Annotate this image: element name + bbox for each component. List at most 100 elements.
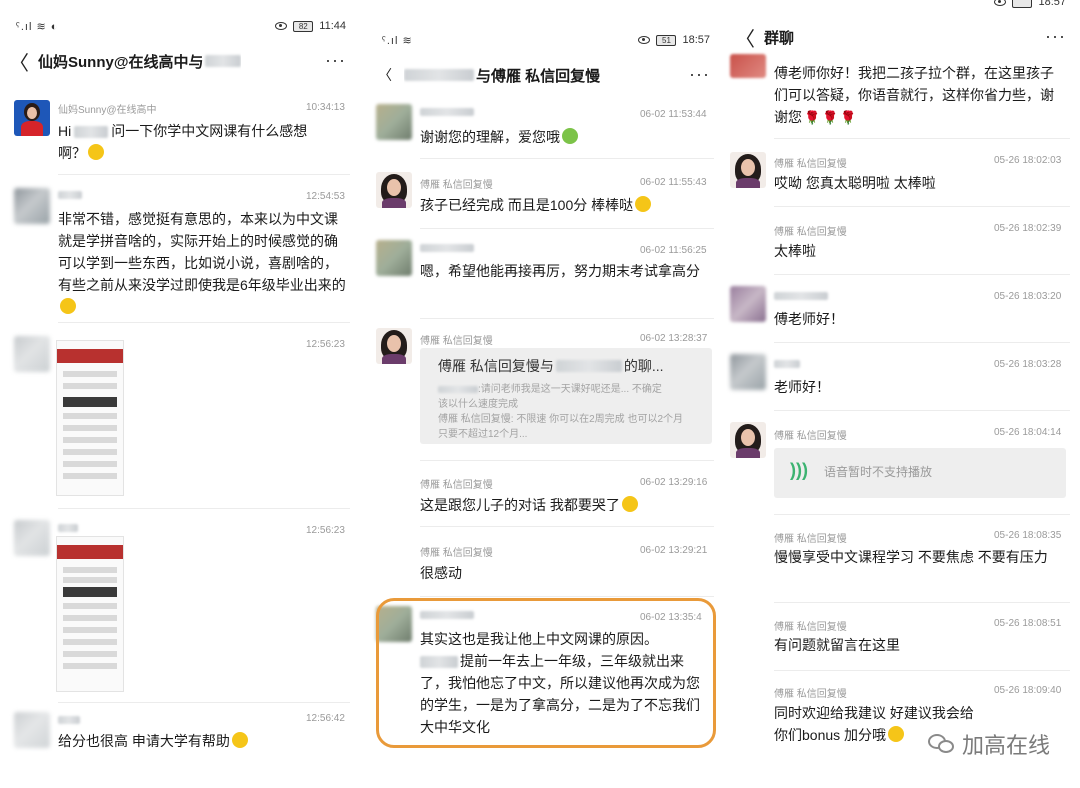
message-text: 老师好！ xyxy=(774,379,830,395)
frog-emoji-icon xyxy=(562,128,578,144)
message-time: 05-26 18:02:03 xyxy=(994,155,1062,166)
chat-record-line: 傅雁 私信回复慢: 不限速 你可以在2周完成 也可以2个月 xyxy=(438,414,684,425)
chat-record-line: 只要不超过12个月... xyxy=(438,429,528,440)
message-text: 嗯，希望他能再接再厉，努力期末考试拿高分 xyxy=(420,263,700,279)
avatar[interactable] xyxy=(14,188,50,224)
eye-icon xyxy=(638,36,651,44)
message-time: 12:56:42 xyxy=(306,713,345,724)
voice-message[interactable]: ))) 语音暂时不支持播放 xyxy=(774,448,1066,498)
voice-wave-icon: ))) xyxy=(790,460,808,480)
message-text: 有问题就留言在这里 xyxy=(774,637,900,653)
grin-emoji-icon xyxy=(60,298,76,314)
message-text: 哎呦 您真太聪明啦 太棒啦 xyxy=(774,175,936,191)
chat-header: 〈 与傅雁 私信回复慢 ··· xyxy=(366,60,724,90)
message-time: 06-02 11:55:43 xyxy=(640,177,707,188)
signal-icons: ˤ.ıl ≋ ◐ xyxy=(16,21,59,33)
group-chat-panel: 18:57 〈 群聊 ··· 傅老师你好！我把二孩子拉个群，在这里孩子们可以答疑… xyxy=(726,0,1080,788)
message-text: 傅老师你好！我把二孩子拉个群，在这里孩子们可以答疑，你语音就行，这样你省力些，谢… xyxy=(774,65,1054,125)
back-arrow-icon[interactable]: 〈 xyxy=(734,23,756,52)
chat-record-card[interactable]: 傅雁 私信回复慢与 的聊... :请问老师我是这一天课好呢还是... 不确定 该… xyxy=(420,348,712,444)
watermark: 加高在线 xyxy=(927,728,1050,760)
eye-icon xyxy=(994,0,1007,6)
message-time: 06-02 13:29:16 xyxy=(640,477,708,488)
back-arrow-icon[interactable]: 〈 xyxy=(8,47,30,76)
message-text: 谢谢您的理解，爱您哦 xyxy=(420,126,710,148)
message-time: 12:54:53 xyxy=(306,191,345,202)
message-text: 非常不错，感觉挺有意思的，本来以为中文课就是学拼音啥的，实际开始上的时候感觉的确… xyxy=(58,208,346,318)
message-time: 05-26 18:02:39 xyxy=(994,223,1062,234)
sender-name: 傅雁 私信回复慢 xyxy=(774,534,847,545)
chat-panel-fuyan: ˤ.ıl ≋ 51 18:57 〈 与傅雁 私信回复慢 ··· 06-02 11… xyxy=(366,0,724,788)
more-options-icon[interactable]: ··· xyxy=(325,50,346,71)
image-thumbnail[interactable] xyxy=(56,340,124,496)
avatar[interactable] xyxy=(730,354,766,390)
avatar[interactable] xyxy=(376,240,412,276)
message-text: 傅老师好！ xyxy=(774,311,844,327)
message-text: 给分也很高 申请大学有帮助 xyxy=(58,730,348,752)
status-bar: ˤ.ıl ≋ ◐ 82 11:44 xyxy=(0,18,360,34)
thumbs-up-emoji-icon xyxy=(635,196,652,212)
sender-name: 傅雁 私信回复慢 xyxy=(774,159,847,170)
avatar[interactable] xyxy=(14,336,50,372)
battery-icon xyxy=(1012,0,1033,8)
chat-title: 群聊 xyxy=(764,29,795,47)
message-time: 06-02 13:28:37 xyxy=(640,333,708,344)
message-time: 05-26 18:08:51 xyxy=(994,618,1062,629)
avatar[interactable] xyxy=(14,520,50,556)
back-arrow-icon[interactable]: 〈 xyxy=(374,65,396,85)
chat-title: 与傅雁 私信回复慢 xyxy=(404,65,600,86)
sender-name: 傅雁 私信回复慢 xyxy=(774,227,847,238)
sender-name: 仙妈Sunny@在线高中 xyxy=(58,105,157,116)
clock: 18:57 xyxy=(682,34,710,46)
thumbs-up-emoji-icon xyxy=(888,726,905,742)
grin-emoji-icon xyxy=(88,144,104,160)
message-time: 05-26 18:04:14 xyxy=(994,427,1062,438)
avatar[interactable] xyxy=(376,104,412,140)
message-time: 12:56:23 xyxy=(306,339,345,350)
sender-name: 傅雁 私信回复慢 xyxy=(420,336,493,347)
sender-name: 傅雁 私信回复慢 xyxy=(774,689,847,700)
eye-icon xyxy=(275,22,288,30)
more-options-icon[interactable]: ··· xyxy=(689,64,710,85)
clock: 18:57 xyxy=(1038,0,1066,8)
avatar[interactable] xyxy=(14,100,50,136)
message-time: 05-26 18:03:28 xyxy=(994,359,1062,370)
chat-header: 〈 群聊 ··· xyxy=(726,22,1080,52)
message-text: 太棒啦 xyxy=(774,243,816,259)
highlight-circle xyxy=(376,598,716,748)
message-text: 很感动 xyxy=(420,565,462,581)
wechat-icon xyxy=(927,732,956,756)
message-text: 慢慢享受中文课程学习 不要焦虑 不要有压力 xyxy=(774,549,1048,565)
message-time: 06-02 11:53:44 xyxy=(640,109,707,120)
avatar[interactable] xyxy=(730,152,766,188)
chat-record-title: 傅雁 私信回复慢与 的聊... xyxy=(438,358,664,374)
grin-emoji-icon xyxy=(621,496,638,512)
avatar[interactable] xyxy=(730,286,766,322)
avatar[interactable] xyxy=(14,712,50,748)
message-time: 06-02 13:29:21 xyxy=(640,545,708,556)
avatar[interactable] xyxy=(376,172,412,208)
message-text: 这是跟您儿子的对话 我都要哭了 xyxy=(420,494,710,516)
avatar[interactable] xyxy=(730,422,766,458)
avatar[interactable] xyxy=(376,328,412,364)
message-text: 孩子已经完成 而且是100分 棒棒哒 xyxy=(420,194,710,216)
status-bar: ˤ.ıl ≋ 51 18:57 xyxy=(366,32,724,48)
battery-icon: 51 xyxy=(656,34,677,46)
image-thumbnail[interactable] xyxy=(56,536,124,692)
sender-name: 傅雁 私信回复慢 xyxy=(420,548,493,559)
watermark-text: 加高在线 xyxy=(961,733,1050,758)
chat-record-line: :请问老师我是这一天课好呢还是... 不确定 xyxy=(438,380,662,395)
clock: 11:44 xyxy=(319,20,346,32)
sender-name: 傅雁 私信回复慢 xyxy=(774,431,847,442)
more-options-icon[interactable]: ··· xyxy=(1045,26,1066,47)
chat-record-line: 该以什么速度完成 xyxy=(438,399,518,410)
thinking-emoji-icon xyxy=(231,732,248,748)
avatar[interactable] xyxy=(730,54,766,78)
message-time: 05-26 18:09:40 xyxy=(994,685,1062,696)
chat-title: 仙妈Sunny@在线高中与 xyxy=(38,51,242,72)
signal-icons: ˤ.ıl ≋ xyxy=(382,35,413,47)
message-time: 12:56:23 xyxy=(306,525,345,536)
message-time: 06-02 11:56:25 xyxy=(640,245,707,256)
message-time: 05-26 18:08:35 xyxy=(994,530,1062,541)
sender-name: 傅雁 私信回复慢 xyxy=(420,180,493,191)
